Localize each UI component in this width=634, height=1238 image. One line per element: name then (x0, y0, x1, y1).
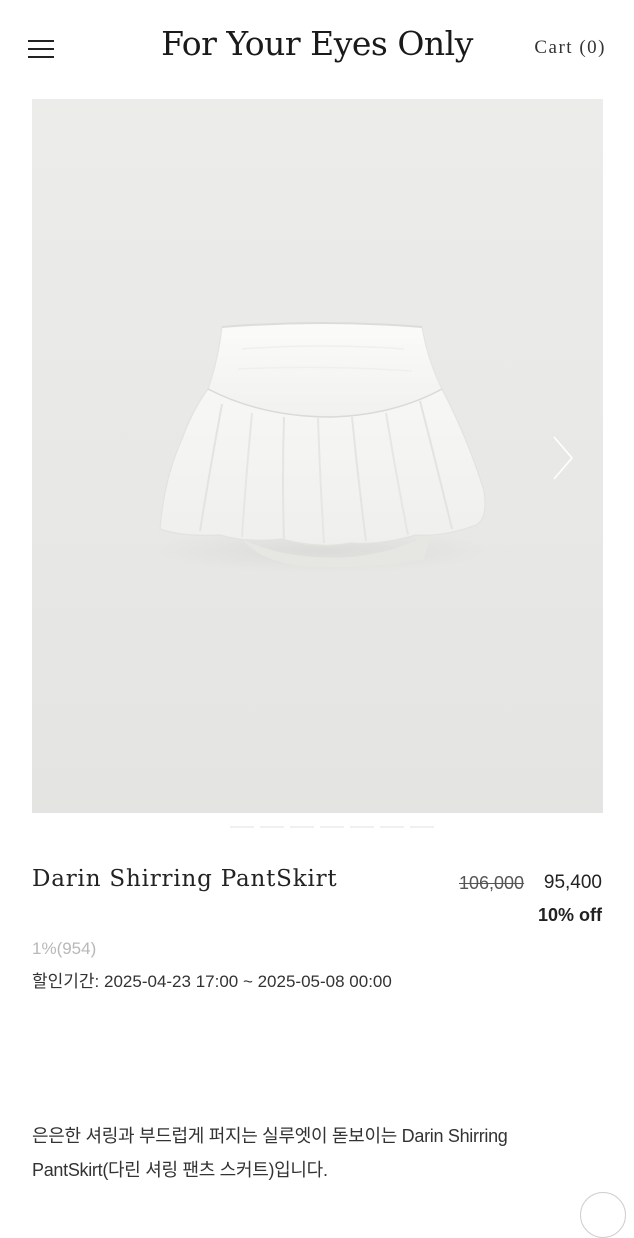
product-image[interactable] (32, 99, 603, 813)
sale-price: 95,400 (543, 872, 602, 893)
gallery-pagination[interactable] (230, 818, 470, 828)
product-name: Darin Shirring PantSkirt (32, 866, 338, 892)
skirt-illustration (152, 322, 492, 573)
product-description: 은은한 셔링과 부드럽게 퍼지는 실루엣이 돋보이는 Darin Shirrin… (32, 1119, 592, 1187)
scroll-top-icon[interactable] (580, 1192, 626, 1238)
site-header: For Your Eyes Only Cart (0) (0, 0, 634, 98)
description-line-1: 은은한 셔링과 부드럽게 퍼지는 실루엣이 돋보이는 Darin Shirrin… (32, 1126, 508, 1146)
original-price: 106,000 (459, 873, 525, 893)
brand-logo[interactable]: For Your Eyes Only (130, 24, 504, 63)
discount-badge: 10% off (537, 905, 602, 925)
reward-points: 1%(954) (32, 939, 97, 958)
description-line-2: PantSkirt(다린 셔링 팬츠 스커트)입니다. (32, 1160, 328, 1180)
discount-period: 할인기간: 2025-04-23 17:00 ~ 2025-05-08 00:0… (32, 972, 392, 991)
cart-link[interactable]: Cart (0) (534, 37, 606, 59)
chevron-right-icon[interactable] (548, 433, 578, 483)
hamburger-menu-icon[interactable] (28, 38, 56, 60)
